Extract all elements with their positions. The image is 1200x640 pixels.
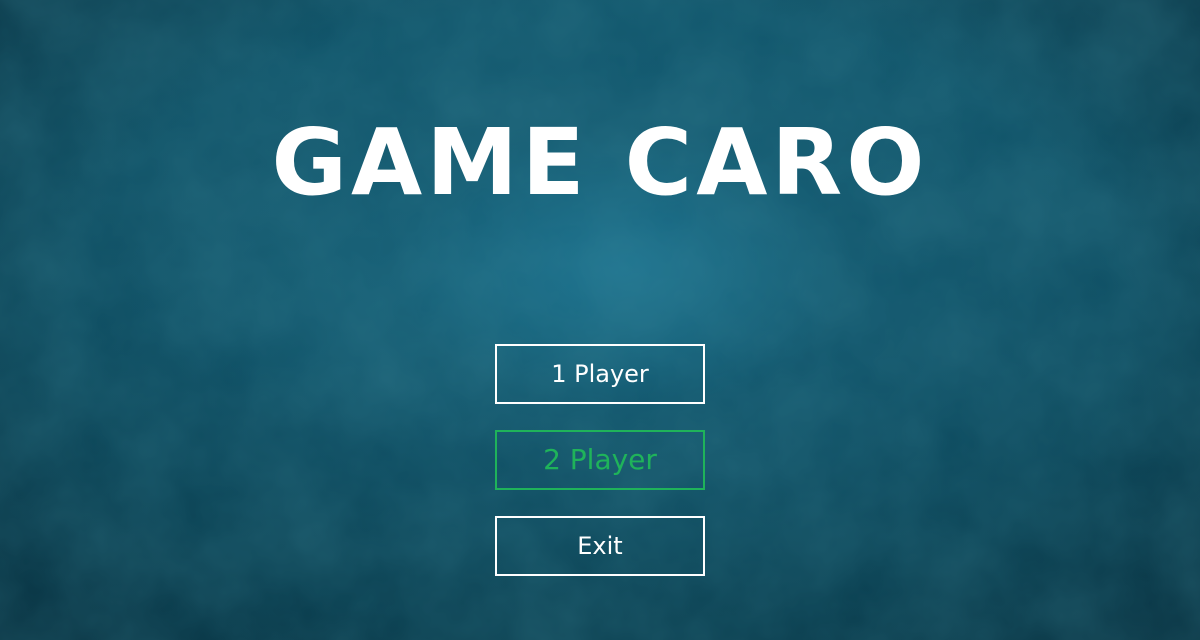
two-player-button[interactable]: 2 Player (495, 430, 705, 490)
game-title: GAME CARO (271, 109, 929, 216)
one-player-button[interactable]: 1 Player (495, 344, 705, 404)
exit-button[interactable]: Exit (495, 516, 705, 576)
